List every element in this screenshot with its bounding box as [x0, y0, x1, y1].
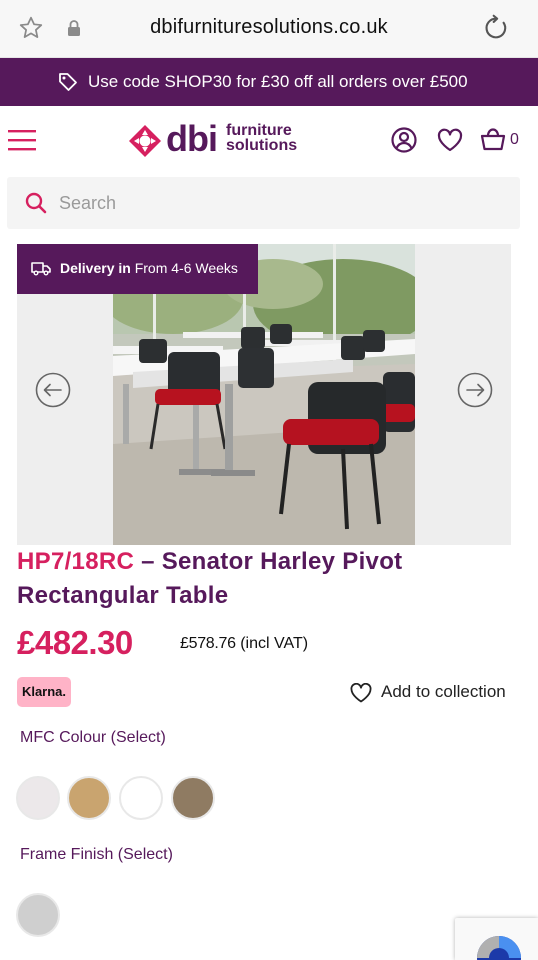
search-bar[interactable] [7, 177, 520, 229]
klarna-badge[interactable]: Klarna. [17, 677, 71, 707]
reload-icon[interactable] [482, 14, 510, 42]
recaptcha-logo-icon [477, 936, 521, 960]
mfc-swatch-4[interactable] [171, 776, 215, 820]
recaptcha-badge[interactable] [455, 918, 538, 960]
delivery-text: Delivery in From 4-6 Weeks [60, 260, 238, 276]
vat-price-label: (incl VAT) [240, 635, 309, 652]
menu-icon[interactable] [8, 128, 38, 152]
logo-subtitle-line-2: solutions [226, 137, 298, 154]
frame-finish-label: Frame Finish (Select) [20, 846, 173, 863]
site-header: dbi furniture solutions 0 [0, 106, 538, 174]
logo-subtitle: furniture solutions [226, 122, 298, 154]
dbi-logo-mark-icon [129, 125, 161, 157]
product-code: HP7/18RC [17, 548, 135, 575]
delivery-van-icon [31, 262, 51, 276]
dbi-logo[interactable]: dbi furniture solutions [128, 118, 308, 159]
mfc-swatch-2[interactable] [67, 776, 111, 820]
delivery-badge: Delivery in From 4-6 Weeks [17, 244, 258, 294]
heart-icon [350, 683, 372, 703]
account-icon[interactable] [390, 126, 418, 154]
promo-banner[interactable]: Use code SHOP30 for £30 off all orders o… [0, 58, 538, 106]
wishlist-heart-icon[interactable] [436, 126, 464, 154]
logo-subtitle-line-1: furniture [226, 122, 292, 139]
price-tag-icon [59, 73, 77, 91]
mfc-swatch-1[interactable] [16, 776, 60, 820]
basket-count: 0 [510, 131, 519, 148]
promo-text: Use code SHOP30 for £30 off all orders o… [88, 72, 468, 91]
delivery-label-bold: Delivery in [60, 260, 131, 276]
vat-price-value: £578.76 [180, 635, 236, 652]
mfc-colour-label: MFC Colour (Select) [20, 729, 166, 746]
browser-url-bar: dbifurnituresolutions.co.uk [0, 0, 538, 58]
delivery-lead-time: From 4-6 Weeks [134, 260, 238, 276]
previous-image-arrow-icon[interactable] [35, 372, 71, 408]
search-icon [25, 192, 47, 214]
basket-icon[interactable] [479, 126, 507, 154]
price-incl-vat: £578.76 (incl VAT) [180, 635, 308, 653]
url-text[interactable]: dbifurnituresolutions.co.uk [0, 16, 538, 39]
product-title: HP7/18RC – Senator Harley Pivot Rectangu… [17, 545, 517, 613]
search-input[interactable] [59, 190, 499, 216]
product-price: £482.30 [17, 624, 133, 661]
add-to-collection-button[interactable]: Add to collection [350, 681, 520, 705]
add-to-collection-label: Add to collection [381, 682, 506, 701]
next-image-arrow-icon[interactable] [457, 372, 493, 408]
mfc-swatch-3[interactable] [119, 776, 163, 820]
logo-wordmark: dbi [166, 118, 218, 159]
frame-swatch-1[interactable] [16, 893, 60, 937]
